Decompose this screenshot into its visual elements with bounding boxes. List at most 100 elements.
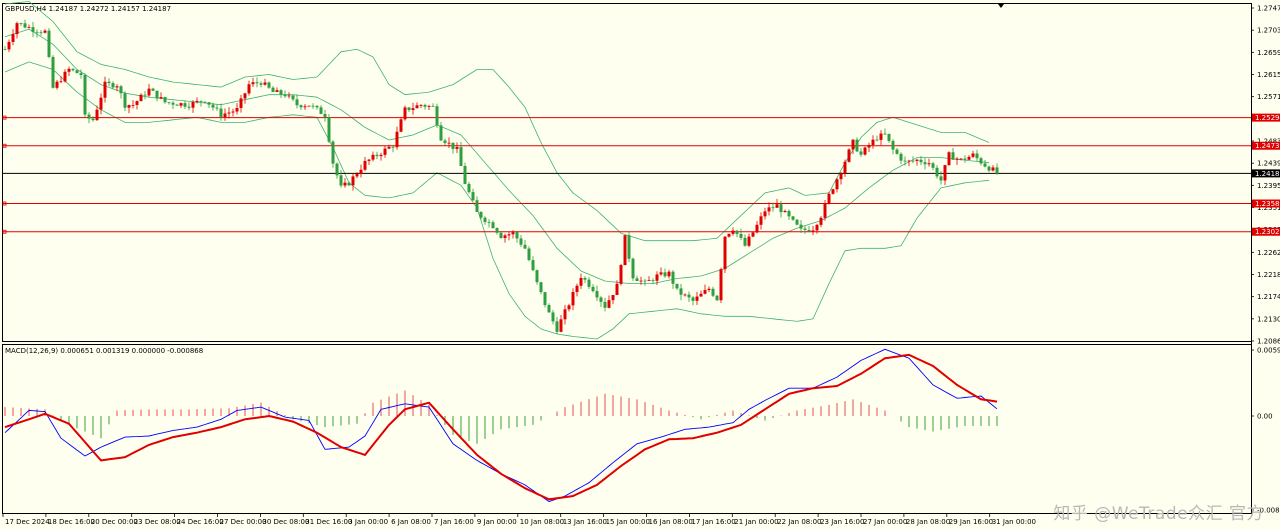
candle-body	[411, 108, 415, 111]
candle-body	[555, 321, 559, 332]
candle-body	[563, 309, 567, 320]
candle-body	[47, 30, 51, 57]
candle-body	[359, 169, 363, 175]
candle-body	[699, 293, 703, 297]
candle-body	[287, 95, 291, 97]
candle-body	[743, 237, 747, 246]
time-tick-label: 15 Jan 00:00	[606, 518, 650, 526]
candle-body	[579, 278, 583, 286]
time-tick-label: 20 Dec 00:00	[91, 518, 138, 526]
candle-body	[127, 105, 131, 108]
candle-body	[203, 101, 207, 103]
time-tick-label: 3 Jan 00:00	[348, 518, 388, 526]
candle-body	[499, 232, 503, 239]
candles	[3, 19, 999, 335]
shift-marker-icon[interactable]	[998, 4, 1004, 8]
candle-body	[607, 300, 611, 308]
time-tick-label: 28 Jan 08:00	[906, 518, 950, 526]
time-tick-label: 9 Jan 00:00	[477, 518, 517, 526]
candle-body	[727, 233, 731, 237]
chart-title: GBPUSD,H4 1.24187 1.24272 1.24157 1.2418…	[5, 5, 171, 13]
candle-body	[35, 31, 39, 33]
candle-body	[55, 81, 59, 88]
candle-body	[219, 108, 223, 118]
candle-body	[583, 278, 587, 280]
candle-body	[255, 82, 259, 84]
candle-body	[247, 84, 251, 94]
candle-body	[215, 107, 219, 109]
time-tick-label: 27 Dec 00:00	[220, 518, 267, 526]
price-tick-label: 1.21300	[1257, 315, 1280, 323]
candle-body	[135, 101, 139, 105]
candle-body	[115, 86, 119, 88]
candle-body	[463, 166, 467, 184]
horizontal-levels	[2, 115, 1251, 234]
candle-body	[915, 159, 919, 161]
candle-body	[807, 230, 811, 232]
candle-body	[183, 103, 187, 107]
candle-body	[331, 141, 335, 164]
candle-body	[71, 68, 75, 71]
candle-body	[687, 294, 691, 298]
candle-body	[955, 158, 959, 160]
candle-body	[863, 147, 867, 155]
candle-body	[239, 98, 243, 109]
candle-body	[371, 154, 375, 160]
candle-body	[875, 139, 879, 141]
candle-body	[695, 296, 699, 301]
candle-body	[539, 282, 543, 293]
candle-body	[387, 146, 391, 149]
candle-body	[671, 271, 675, 284]
candle-body	[379, 154, 383, 157]
candle-body	[903, 160, 907, 162]
candle-body	[99, 97, 103, 110]
candle-body	[763, 211, 767, 217]
candle-body	[87, 114, 91, 119]
candle-body	[107, 81, 111, 84]
candle-body	[323, 113, 327, 118]
candle-body	[307, 105, 311, 107]
level-tags: 1.25294 1.24736 1.23589 1.23029 1.24187	[1252, 113, 1280, 236]
price-tick-label: 1.25710	[1257, 93, 1280, 101]
candle-body	[467, 183, 471, 193]
candle-body	[767, 207, 771, 212]
candle-body	[339, 175, 343, 186]
candle-body	[243, 93, 247, 99]
candle-body	[295, 99, 299, 106]
macd-axis: 0.005940.00-0.00846	[1251, 347, 1280, 515]
candle-body	[963, 158, 967, 160]
candle-body	[899, 153, 903, 161]
candle-body	[575, 285, 579, 293]
candle-body	[59, 81, 63, 83]
candle-body	[571, 292, 575, 306]
candle-body	[403, 107, 407, 120]
candle-body	[919, 159, 923, 163]
candle-body	[827, 193, 831, 204]
candle-body	[123, 93, 127, 108]
candle-body	[79, 73, 83, 76]
candle-body	[175, 104, 179, 106]
candle-body	[275, 90, 279, 92]
candle-body	[795, 219, 799, 225]
candle-body	[351, 176, 355, 186]
macd-title: MACD(12,26,9) 0.000651 0.001319 0.000000…	[5, 347, 203, 355]
candle-body	[471, 192, 475, 201]
candle-body	[163, 97, 167, 103]
candle-body	[907, 160, 911, 162]
bollinger-bands	[4, 1, 990, 340]
candle-body	[835, 179, 839, 190]
time-tick-label: 17 Dec 2024	[5, 518, 50, 526]
candle-body	[983, 163, 987, 167]
candle-body	[95, 109, 99, 121]
candle-body	[787, 210, 791, 217]
candle-body	[39, 32, 43, 34]
candle-body	[923, 162, 927, 165]
time-tick-label: 24 Dec 16:00	[177, 518, 224, 526]
candle-body	[739, 233, 743, 238]
macd-tick-label: 0.00	[1257, 413, 1273, 421]
candle-body	[911, 160, 915, 162]
bollinger-upper-line	[4, 1, 990, 242]
candle-body	[951, 152, 955, 160]
candle-body	[335, 163, 339, 176]
candle-body	[567, 305, 571, 310]
